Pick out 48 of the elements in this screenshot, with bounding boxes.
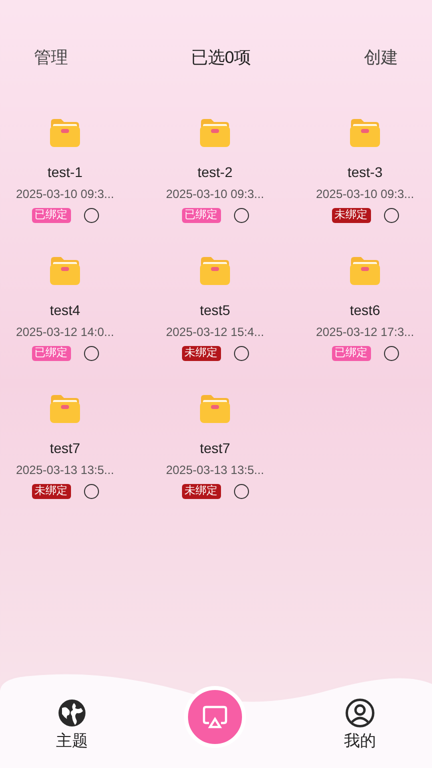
folder-name: test-1 [47, 163, 82, 181]
select-radio[interactable] [384, 208, 398, 223]
date-text: 2025-03-10 09:3... [16, 186, 114, 202]
folder-icon [349, 256, 381, 286]
folder-icon [49, 394, 81, 424]
folder-icon [349, 118, 381, 148]
select-radio[interactable] [234, 208, 248, 223]
folder-name: test7 [50, 439, 80, 457]
select-radio[interactable] [84, 346, 98, 361]
page-title: 已选0项 [190, 47, 252, 70]
date-text: 2025-03-12 17:3... [316, 324, 414, 340]
select-radio[interactable] [84, 484, 98, 499]
status-badge: 未绑定 [182, 346, 220, 361]
date-text: 2025-03-13 13:5... [16, 462, 114, 478]
folder-icon [49, 256, 81, 286]
status-badge: 已绑定 [32, 208, 70, 223]
status-badge: 已绑定 [182, 208, 220, 223]
select-radio[interactable] [384, 346, 398, 361]
date-text: 2025-03-12 15:4... [166, 324, 264, 340]
date-text: 2025-03-12 14:0... [16, 324, 114, 340]
folder-icon [199, 118, 231, 148]
select-radio[interactable] [84, 208, 98, 223]
folder-name: test6 [350, 301, 380, 319]
status-badge: 未绑定 [32, 484, 70, 499]
folder-name: test7 [200, 439, 230, 457]
status-badge: 已绑定 [332, 346, 370, 361]
folder-name: test-3 [347, 163, 382, 181]
status-badge: 未绑定 [332, 208, 370, 223]
select-radio[interactable] [234, 346, 248, 361]
folder-name: test5 [200, 301, 230, 319]
manage-link[interactable]: 管理 [34, 45, 68, 71]
theme-tab[interactable]: 主题 [52, 698, 92, 754]
status-badge: 未绑定 [182, 484, 220, 499]
folder-icon [49, 118, 81, 148]
user-icon [345, 698, 375, 728]
folder-icon [199, 256, 231, 286]
profile-tab[interactable]: 我的 [340, 698, 380, 754]
folder-name: test-2 [197, 163, 232, 181]
globe-icon [57, 698, 87, 728]
select-radio[interactable] [234, 484, 248, 499]
create-link[interactable]: 创建 [364, 45, 398, 71]
date-text: 2025-03-10 09:3... [166, 186, 264, 202]
folder-name: test4 [50, 301, 80, 319]
status-badge: 已绑定 [32, 346, 70, 361]
date-text: 2025-03-10 09:3... [316, 186, 414, 202]
cast-icon [201, 703, 229, 731]
folder-icon [199, 394, 231, 424]
date-text: 2025-03-13 13:5... [166, 462, 264, 478]
